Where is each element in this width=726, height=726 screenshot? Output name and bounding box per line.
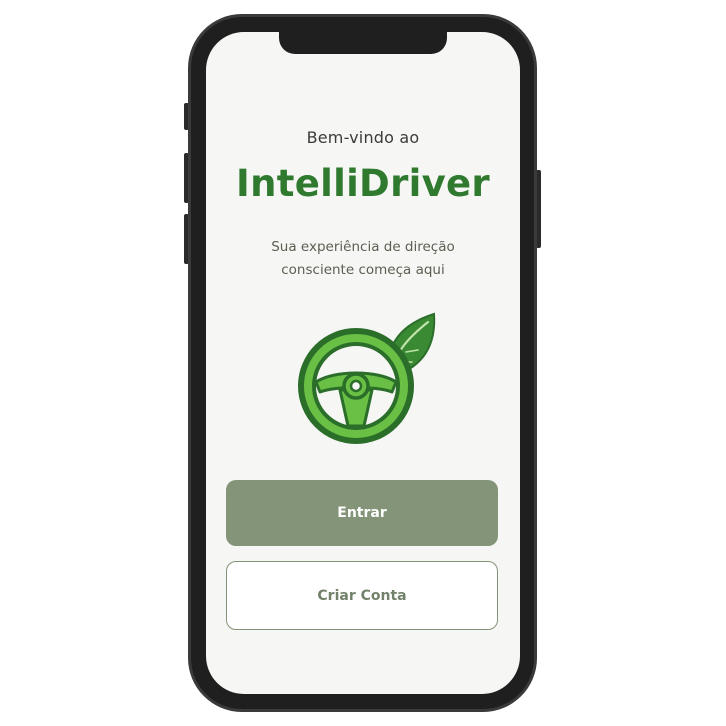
steering-wheel-leaf-icon [294,300,439,448]
welcome-greeting: Bem-vindo ao [306,128,420,147]
stage: Bem-vindo ao IntelliDriver Sua experiênc… [0,0,726,726]
login-button[interactable]: Entrar [226,480,498,546]
tagline-line-1: Sua experiência de direção [271,239,455,255]
app-screen: Bem-vindo ao IntelliDriver Sua experiênc… [206,32,520,694]
phone-notch [279,32,447,54]
tagline-line-2: consciente começa aqui [281,262,445,278]
app-title: IntelliDriver [236,162,490,205]
tagline: Sua experiência de direção consciente co… [226,236,500,282]
create-account-button[interactable]: Criar Conta [226,561,498,630]
